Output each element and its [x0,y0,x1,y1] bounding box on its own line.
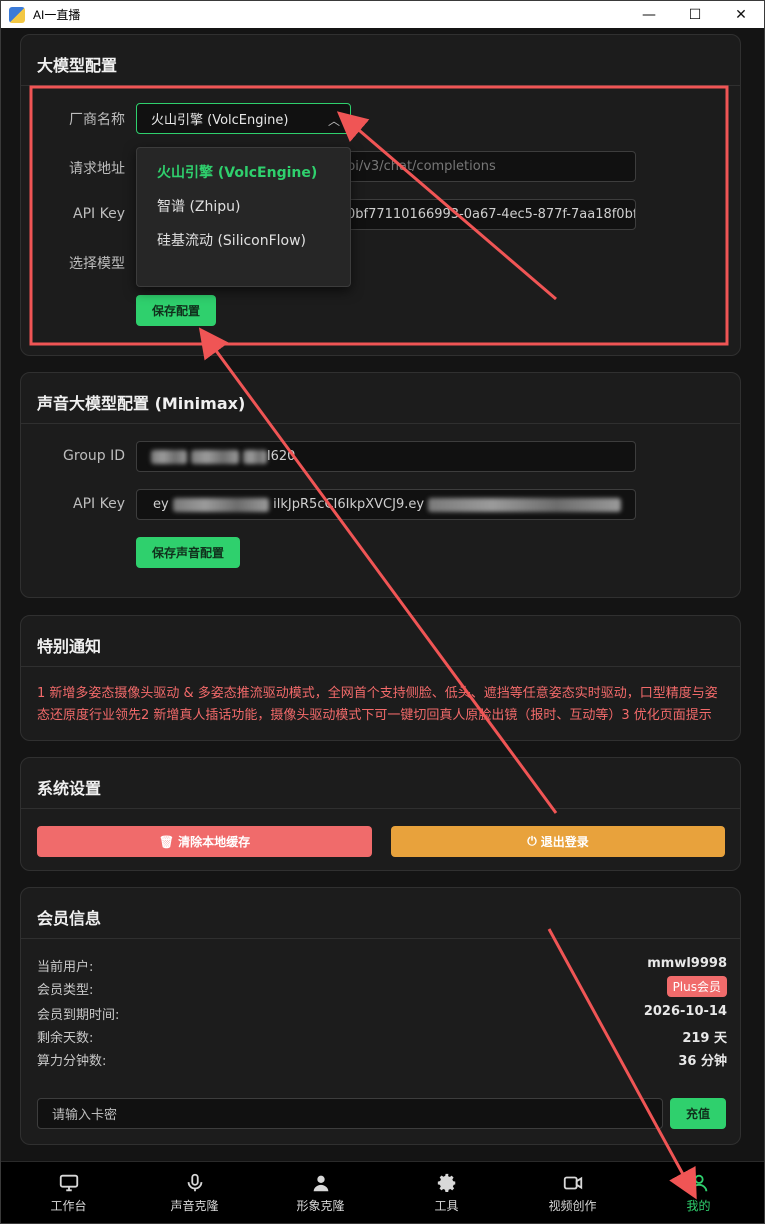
video-camera-icon [563,1176,582,1190]
nav-item-voice-clone[interactable]: 声音克隆 [131,1162,258,1224]
info-key: 会员到期时间: [37,1008,120,1023]
voice-apikey-input[interactable]: ey ilkJpR5cCI6IkpXVCJ9.ey [136,489,636,520]
close-button[interactable]: ✕ [718,1,764,28]
clear-cache-label: 清除本地缓存 [178,835,251,849]
nav-item-avatar-clone[interactable]: 形象克隆 [257,1162,384,1224]
info-row-user: 当前用户: mmwl9998 [37,956,727,978]
group-id-input[interactable]: l620 [136,441,636,472]
info-row-days: 剩余天数: 219 天 [37,1027,727,1049]
save-config-button[interactable]: 保存配置 [136,295,216,326]
group-id-visible: l620 [267,449,296,464]
vendor-selected-value: 火山引擎 (VolcEngine) [151,113,289,128]
nav-label: 视频创作 [548,1199,597,1213]
info-value: mmwl9998 [647,956,727,971]
nav-label: 声音克隆 [170,1199,219,1213]
info-row-minutes: 算力分钟数: 36 分钟 [37,1050,727,1072]
card-divider [21,808,740,809]
bottom-navigation: 工作台 声音克隆 形象克隆 工具 视频创作 我的 [1,1161,764,1223]
vendor-select[interactable]: 火山引擎 (VolcEngine) ︿ [136,103,351,134]
redacted-text [243,449,267,464]
voice-apikey-prefix: ey [153,497,169,512]
member-info-card: 会员信息 当前用户: mmwl9998 会员类型: Plus会员 会员到期时间:… [20,887,741,1145]
nav-item-mine[interactable]: 我的 [635,1162,762,1224]
user-icon [313,1175,328,1192]
clear-cache-button[interactable]: 🗑 清除本地缓存 [37,826,372,857]
info-value: 2026-10-14 [643,1004,727,1019]
apikey-label: API Key [73,206,125,222]
voice-config-card: 声音大模型配置 (Minimax) Group ID l620 API Key … [20,372,741,598]
card-divider [21,938,740,939]
monitor-icon [59,1174,78,1192]
app-logo-icon [9,6,25,23]
notice-title: 特别通知 [37,637,102,656]
group-id-label: Group ID [63,448,125,464]
notice-text: 1 新增多姿态摄像头驱动 & 多姿态推流驱动模式，全网首个支持侧脸、低头、遮挡等… [37,686,718,723]
card-key-input[interactable]: 请输入卡密 [37,1098,663,1129]
redacted-text [172,497,270,512]
window-title: AI一直播 [33,8,81,22]
info-key: 算力分钟数: [37,1054,107,1069]
voice-config-title: 声音大模型配置 (Minimax) [37,394,246,413]
voice-apikey-visible: ilkJpR5cCI6IkpXVCJ9.ey [273,497,425,512]
llm-config-card: 大模型配置 厂商名称 火山引擎 (VolcEngine) ︿ 请求地址 pi/v… [20,34,741,356]
chevron-up-icon: ︿ [327,114,340,128]
card-divider [21,85,740,86]
membership-badge: Plus会员 [666,976,727,997]
redacted-text [428,497,621,512]
vendor-dropdown-menu: 火山引擎 (VolcEngine) 智谱 (Zhipu) 硅基流动 (Silic… [136,147,351,287]
info-key: 会员类型: [37,983,94,998]
settings-content: 大模型配置 厂商名称 火山引擎 (VolcEngine) ︿ 请求地址 pi/v… [1,28,764,1161]
save-voice-config-button[interactable]: 保存声音配置 [136,537,240,568]
card-divider [21,423,740,424]
info-key: 剩余天数: [37,1031,94,1046]
trash-icon: 🗑 [158,834,175,849]
maximize-button[interactable]: ☐ [672,1,718,28]
dropdown-option-volcengine[interactable]: 火山引擎 (VolcEngine) [137,155,350,189]
app-window: AI一直播 — ☐ ✕ 大模型配置 厂商名称 火山引擎 (VolcEngine)… [0,0,765,1224]
nav-label: 我的 [686,1199,711,1213]
system-settings-title: 系统设置 [37,779,102,798]
dropdown-option-siliconflow[interactable]: 硅基流动 (SiliconFlow) [137,223,350,257]
microphone-icon [187,1173,202,1192]
nav-label: 工作台 [50,1199,87,1213]
person-icon [690,1174,707,1192]
info-key: 当前用户: [37,960,94,975]
vendor-label: 厂商名称 [69,112,125,128]
redacted-text [151,449,187,464]
url-label: 请求地址 [69,161,125,177]
redacted-text [191,449,239,464]
system-settings-card: 系统设置 🗑 清除本地缓存 ⏻ 退出登录 [20,757,741,871]
card-divider [21,666,740,667]
power-icon: ⏻ [527,834,537,848]
nav-label: 形象克隆 [296,1199,345,1213]
member-info-title: 会员信息 [37,909,102,928]
info-value: 36 分钟 [678,1054,727,1069]
nav-item-workbench[interactable]: 工作台 [5,1162,132,1224]
nav-label: 工具 [434,1199,459,1213]
info-value: 219 天 [682,1031,727,1046]
nav-item-video-creation[interactable]: 视频创作 [509,1162,636,1224]
logout-button[interactable]: ⏻ 退出登录 [391,826,725,857]
llm-config-title: 大模型配置 [37,56,118,75]
window-controls: — ☐ ✕ [626,1,764,28]
recharge-button[interactable]: 充值 [670,1098,726,1129]
dropdown-option-zhipu[interactable]: 智谱 (Zhipu) [137,189,350,223]
info-row-type: 会员类型: Plus会员 [37,976,727,1001]
info-row-expiry: 会员到期时间: 2026-10-14 [37,1004,727,1026]
notice-card: 特别通知 1 新增多姿态摄像头驱动 & 多姿态推流驱动模式，全网首个支持侧脸、低… [20,615,741,741]
voice-apikey-label: API Key [73,496,125,512]
gear-icon [437,1173,455,1192]
model-label: 选择模型 [69,256,125,272]
minimize-button[interactable]: — [626,1,672,28]
title-bar: AI一直播 — ☐ ✕ [1,1,764,28]
logout-label: 退出登录 [540,835,589,849]
nav-item-tools[interactable]: 工具 [383,1162,510,1224]
